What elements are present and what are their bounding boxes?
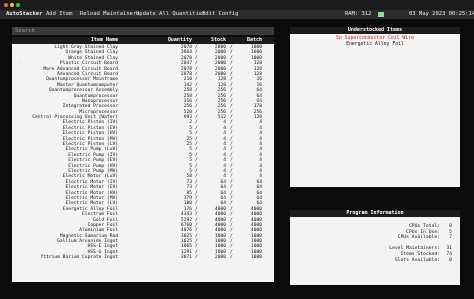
header-stock: Stock [210, 37, 226, 43]
item-table: Item Name Quantity Stock Batch Light Gra… [12, 37, 274, 282]
column-separator: / [230, 255, 233, 261]
table-row[interactable]: Yttrium Barium Cuprate Ingot 3071/2000/10… [12, 255, 274, 260]
ram-readout: RAM: 312 [345, 11, 372, 17]
header-item-name: Item Name [90, 37, 118, 43]
understocked-list: Sn Superconductor Coil Wire Energetic All… [290, 36, 460, 47]
understocked-title: Understocked Items [347, 27, 403, 33]
program-info-panel: Program Information CPUs Total: 8 CPUs In … [290, 210, 460, 285]
item-quantity: 3071 [180, 255, 192, 261]
menu-bar: AutoStacker Add Item Reload Maintainers … [0, 10, 474, 19]
window-titlebar [0, 0, 474, 10]
info-label: Slots Available: [394, 257, 440, 263]
menu-item-app[interactable]: AutoStacker [6, 10, 42, 19]
close-window-dot[interactable] [4, 3, 8, 7]
menu-item-add-item[interactable]: Add Item [46, 10, 73, 19]
program-info-line: Slots Available: 0 [290, 258, 460, 264]
understocked-panel: Understocked Items Sn Superconductor Coi… [290, 27, 460, 187]
menu-item-reload-maintainers[interactable]: Reload Maintainers [80, 10, 140, 19]
header-quantity: Quantity [167, 37, 192, 43]
item-table-rows: Light Gray Stained Clay 2078/2000/1000 Ora… [12, 45, 274, 261]
maximize-window-dot[interactable] [16, 3, 20, 7]
program-info-header: Program Information [290, 210, 460, 217]
item-stock: 2000 [214, 255, 226, 261]
selected-row-marker: --> [12, 60, 22, 66]
search-input[interactable]: Search [12, 27, 274, 35]
minimize-window-dot[interactable] [10, 3, 14, 7]
ram-meter [378, 12, 384, 17]
header-batch: Batch [246, 37, 262, 43]
info-value: 0 [449, 257, 452, 263]
program-info-title: Program Information [346, 210, 404, 216]
column-separator: / [195, 255, 198, 261]
menu-item-update-all-quantities[interactable]: Update All Quantities [136, 10, 206, 19]
item-name: Yttrium Barium Cuprate Ingot [40, 255, 118, 261]
item-table-header: Item Name Quantity Stock Batch [12, 37, 274, 44]
menu-item-edit-config[interactable]: Edit Config [202, 10, 238, 19]
datetime-readout: 03 May 2023 00:25:14 [409, 11, 474, 17]
understocked-header: Understocked Items [290, 27, 460, 34]
item-batch: 1000 [250, 255, 262, 261]
understocked-item: Energetic Alloy Foil [346, 41, 404, 47]
program-info-list: CPUs Total: 8 CPUs In Use: 5 CPUs Available:… [290, 224, 460, 263]
